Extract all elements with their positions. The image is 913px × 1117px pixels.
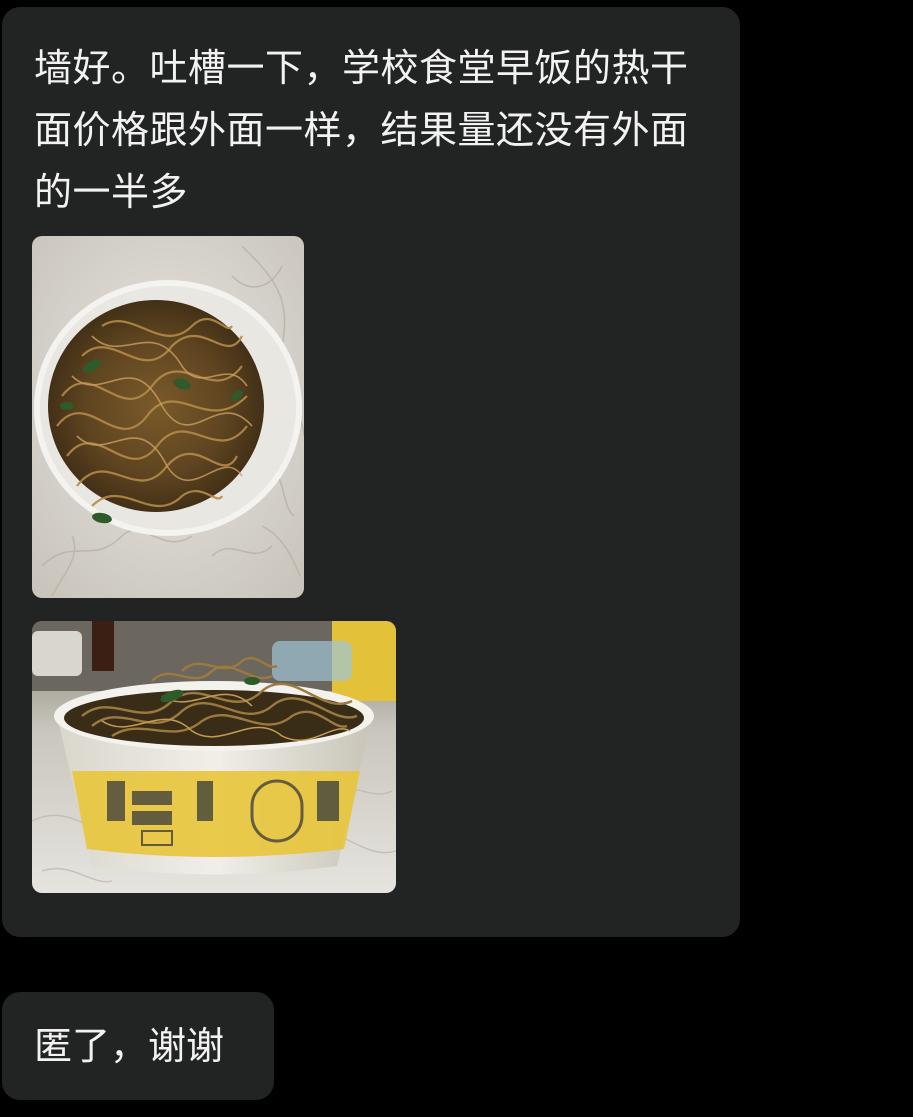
chat-screen: 墙好。吐槽一下，学校食堂早饭的热干面价格跟外面一样，结果量还没有外面的一半多 匿… <box>0 0 913 1117</box>
message-bubble-complaint[interactable]: 墙好。吐槽一下，学校食堂早饭的热干面价格跟外面一样，结果量还没有外面的一半多 <box>2 7 740 937</box>
message-text: 墙好。吐槽一下，学校食堂早饭的热干面价格跟外面一样，结果量还没有外面的一半多 <box>34 46 689 214</box>
message-text: 匿了，谢谢 <box>34 1024 225 1068</box>
noodle-bowl-photo[interactable] <box>32 236 304 598</box>
paper-bowl-noodle-photo[interactable] <box>32 621 396 893</box>
paper-bowl-noodle-photo-image <box>32 621 396 893</box>
message-bubble-reply[interactable]: 匿了，谢谢 <box>2 992 274 1100</box>
noodle-bowl-photo-image <box>32 236 304 598</box>
